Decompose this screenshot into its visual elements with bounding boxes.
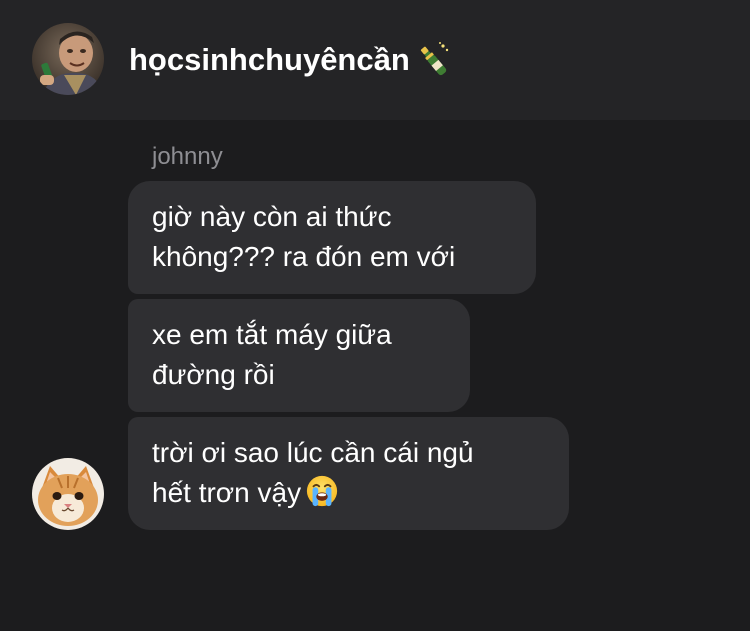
message-line-with-emoji: hết trơn vậy [152, 473, 545, 513]
sender-avatar[interactable] [32, 458, 104, 530]
message-bubble[interactable]: trời ơi sao lúc cần cái ngủ hết trơn vậy [128, 417, 569, 530]
message-line: không??? ra đón em với [152, 241, 456, 272]
message-bubble[interactable]: giờ này còn ai thức không??? ra đón em v… [128, 181, 536, 294]
message-line: đường rồi [152, 359, 275, 390]
group-avatar[interactable] [32, 23, 104, 95]
message-bubble[interactable]: xe em tắt máy giữa đường rồi [128, 299, 470, 412]
champagne-bottle-icon [420, 42, 448, 76]
chat-header: họcsinhchuyêncần [0, 0, 750, 120]
conversation-title[interactable]: họcsinhchuyêncần [129, 38, 452, 82]
loudly-crying-face-icon [306, 475, 338, 507]
message-line: xe em tắt máy giữa [152, 319, 392, 350]
message-line: trời ơi sao lúc cần cái ngủ [152, 437, 474, 468]
message-line: giờ này còn ai thức [152, 201, 392, 232]
sender-name: johnny [152, 143, 223, 170]
message-line: hết trơn vậy [152, 477, 302, 508]
conversation-title-text: họcsinhchuyêncần [129, 42, 410, 77]
